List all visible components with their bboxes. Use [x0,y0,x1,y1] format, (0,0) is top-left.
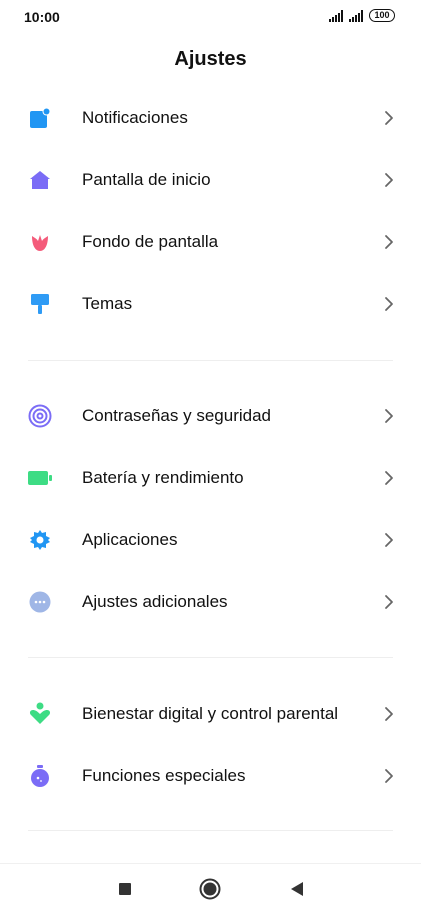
chevron-right-icon [383,532,395,548]
battery-level: 100 [369,9,395,22]
section-divider [28,830,393,831]
settings-item-bateria-y-rendimiento[interactable]: Batería y rendimiento [0,447,421,509]
fingerprint-icon [28,404,52,428]
chevron-right-icon [383,234,395,250]
section-divider [28,657,393,658]
status-bar: 10:00 100 [0,0,421,34]
navigation-bar [0,863,421,914]
settings-item-label: Funciones especiales [82,766,246,785]
notifications-icon [28,106,52,130]
chevron-right-icon [383,110,395,126]
themes-brush-icon [28,292,52,316]
chevron-right-icon [383,706,395,722]
settings-item-funciones-especiales[interactable]: Funciones especiales [0,745,421,807]
settings-item-label: Pantalla de inicio [82,170,211,189]
settings-item-label: Fondo de pantalla [82,232,219,251]
settings-item-label: Temas [82,294,133,313]
settings-item-temas[interactable]: Temas [0,273,421,335]
page-title: Ajustes [174,48,247,70]
settings-item-pantalla-de-inicio[interactable]: Pantalla de inicio [0,149,421,211]
special-features-flask-icon [28,764,52,788]
settings-item-label: Contraseñas y seguridad [82,406,272,425]
signal-icon [329,9,343,22]
settings-item-label: Notificaciones [82,108,188,127]
settings-item-label: Aplicaciones [82,530,178,549]
settings-item-label: Ajustes adicionales [82,592,228,611]
chevron-right-icon [383,768,395,784]
chevron-right-icon [383,470,395,486]
settings-item-fondo-de-pantalla[interactable]: Fondo de pantalla [0,211,421,273]
settings-item-ajustes-adicionales[interactable]: Ajustes adicionales [0,571,421,633]
settings-item-bienestar-digital[interactable]: Bienestar digital y control parental [0,683,421,745]
settings-item-notificaciones[interactable]: Notificaciones [0,87,421,149]
gear-icon [28,528,52,552]
chevron-right-icon [383,172,395,188]
more-dots-icon [28,590,52,614]
chevron-right-icon [383,594,395,610]
back-triangle-icon[interactable] [284,876,310,902]
recents-square-icon[interactable] [112,876,138,902]
battery-icon [28,466,52,490]
chevron-right-icon [383,408,395,424]
signal-icon [349,9,363,22]
settings-item-label: Batería y rendimiento [82,468,244,487]
settings-item-label: Bienestar digital y control parental [82,704,339,723]
chevron-right-icon [383,296,395,312]
status-indicators: 100 [329,9,395,22]
settings-item-aplicaciones[interactable]: Aplicaciones [0,509,421,571]
wallpaper-tulip-icon [28,230,52,254]
home-icon [28,168,52,192]
digital-wellbeing-icon [28,702,52,726]
home-circle-icon[interactable] [197,876,223,902]
settings-item-contrasenas-y-seguridad[interactable]: Contraseñas y seguridad [0,385,421,447]
status-time: 10:00 [24,9,60,25]
section-divider [28,360,393,361]
